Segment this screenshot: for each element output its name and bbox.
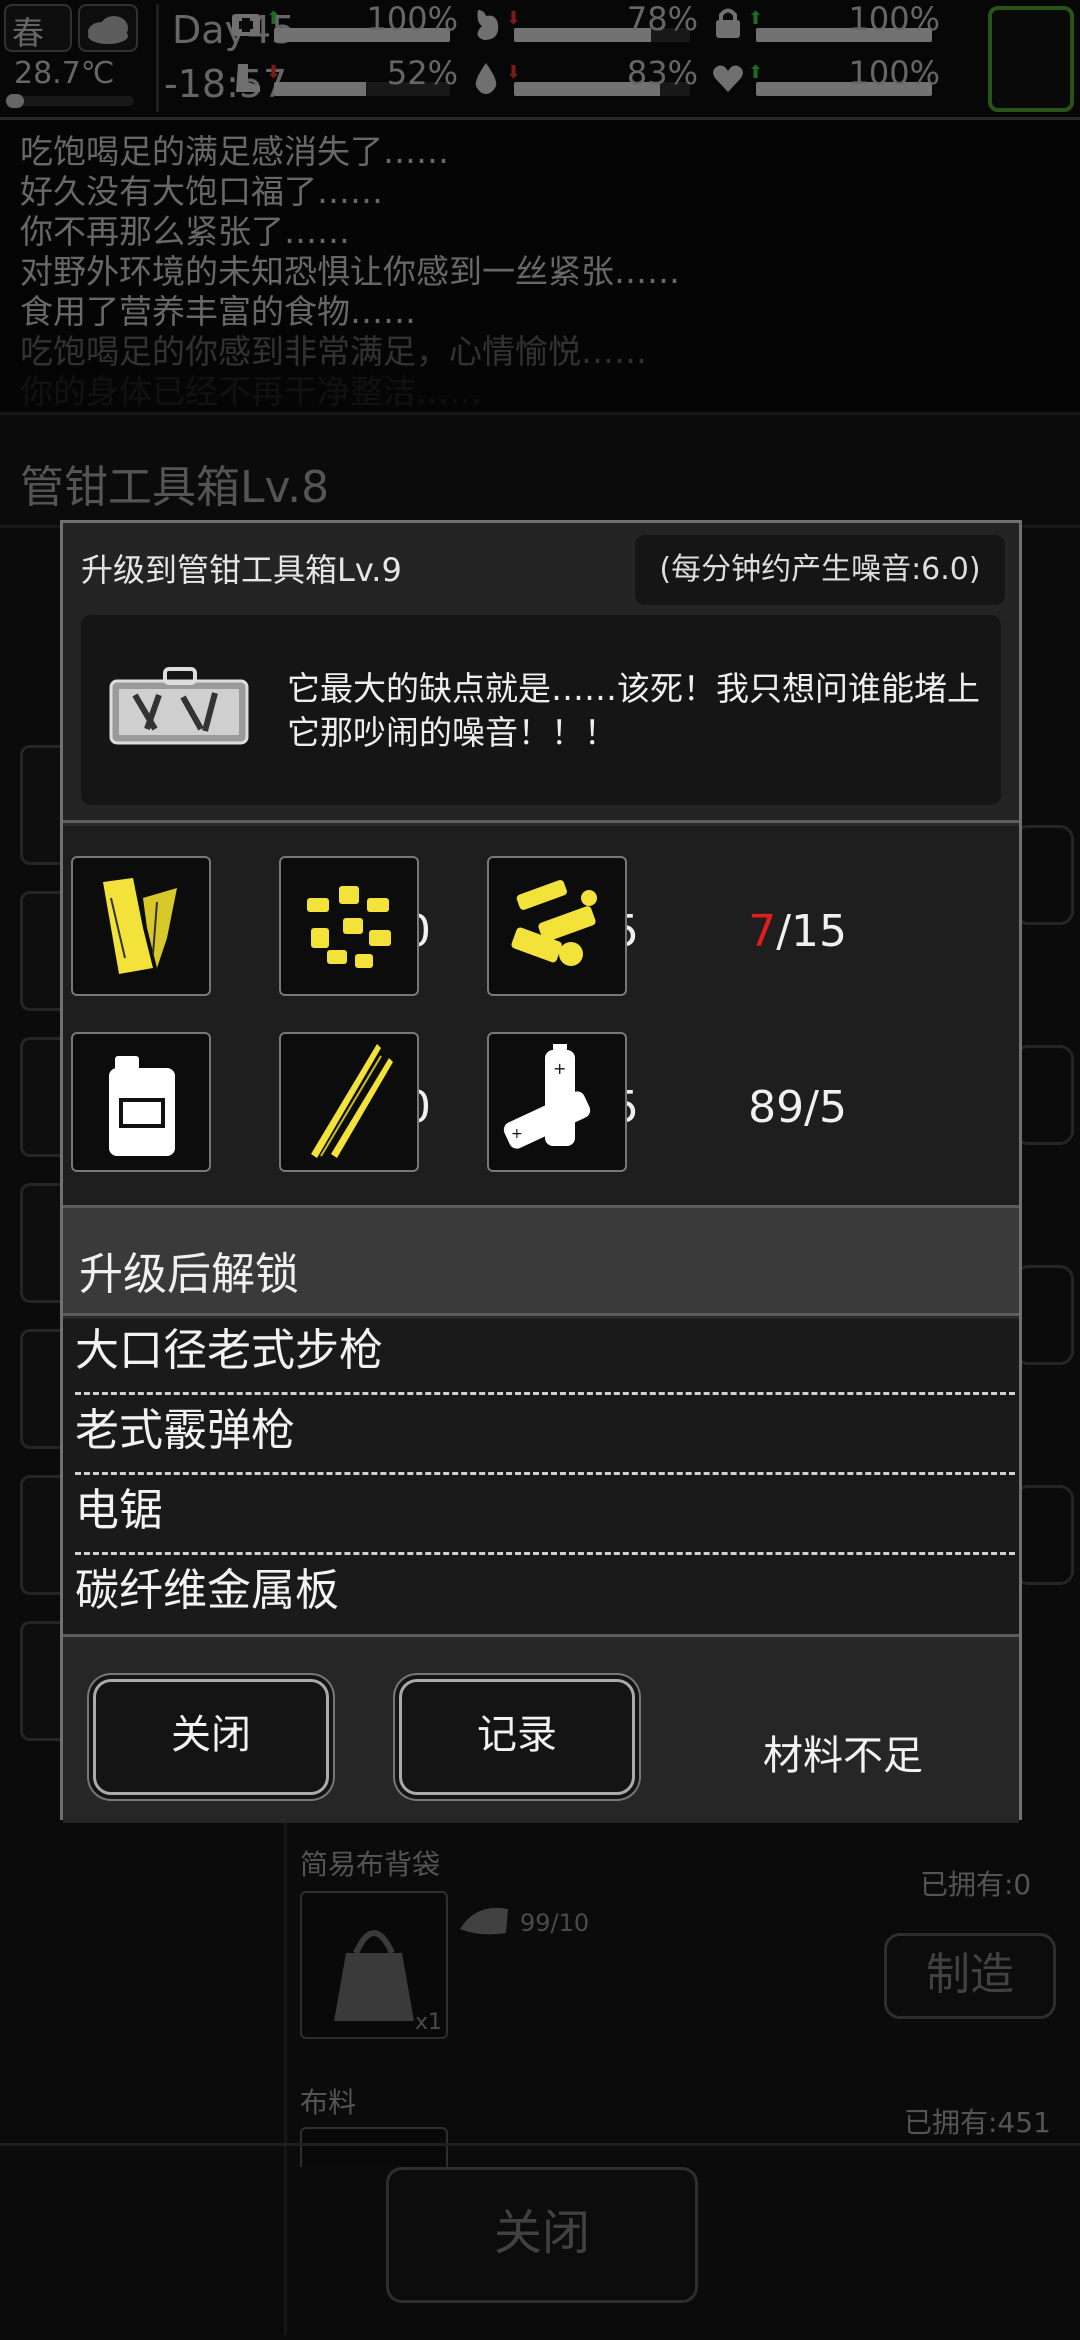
description-box: 它最大的缺点就是……该死！我只想问谁能堵上它那吵闹的噪音！！！: [81, 615, 1001, 805]
material-have: 89: [748, 1082, 805, 1133]
unlock-item: 大口径老式步枪: [75, 1315, 1015, 1395]
close-button[interactable]: 关闭: [93, 1679, 329, 1795]
record-button[interactable]: 记录: [399, 1679, 635, 1795]
material-slot[interactable]: [279, 1032, 419, 1172]
upgrade-title: 升级到管钳工具箱Lv.9: [81, 551, 402, 589]
upgrade-description: 它最大的缺点就是……该死！我只想问谁能堵上它那吵闹的噪音！！！: [287, 669, 980, 752]
nuts-bolts-icon: [307, 886, 391, 968]
material-count: 89/5: [717, 1082, 847, 1133]
upgrade-dialog: 升级到管钳工具箱Lv.9 (每分钟约产生噪音:6.0) 它最大的缺点就是……该死…: [60, 520, 1022, 1823]
material-slot[interactable]: [71, 856, 211, 996]
wood-planks-icon: [103, 878, 177, 974]
unlock-item: 电锯: [75, 1475, 1015, 1555]
unlock-header: 升级后解锁: [63, 1208, 1019, 1316]
unlock-item: 碳纤维金属板: [75, 1565, 339, 1616]
material-have: 7: [748, 906, 777, 957]
material-need: /15: [776, 906, 847, 957]
unlock-item: 老式霰弹枪: [75, 1395, 1015, 1475]
mechanical-parts-icon: [511, 880, 597, 966]
metal-rods-icon: [311, 1044, 393, 1158]
material-slot[interactable]: [487, 856, 627, 996]
material-count: 7/15: [717, 906, 847, 957]
svg-text:+: +: [553, 1059, 566, 1078]
material-slot[interactable]: [279, 856, 419, 996]
unlock-title: 升级后解锁: [79, 1249, 299, 1300]
insufficient-materials-status: 材料不足: [763, 1733, 923, 1779]
materials-grid: 0/200/257/1526/200/5++89/5: [63, 826, 1019, 1208]
unlock-list[interactable]: 大口径老式步枪 老式霰弹枪 电锯 碳纤维金属板: [63, 1319, 1019, 1637]
material-slot[interactable]: + +: [487, 1032, 627, 1172]
upgrade-header: 升级到管钳工具箱Lv.9 (每分钟约产生噪音:6.0) 它最大的缺点就是……该死…: [63, 523, 1019, 823]
material-slot[interactable]: [71, 1032, 211, 1172]
material-need: /5: [804, 1082, 847, 1133]
dialog-footer: 关闭 记录 材料不足: [63, 1639, 1019, 1823]
noise-badge: (每分钟约产生噪音:6.0): [635, 535, 1005, 605]
batteries-icon: ++: [503, 1044, 591, 1149]
fuel-canister-icon: [109, 1056, 175, 1156]
pipe-wrench-toolbox-icon: [109, 667, 249, 745]
svg-text:+: +: [511, 1126, 523, 1142]
